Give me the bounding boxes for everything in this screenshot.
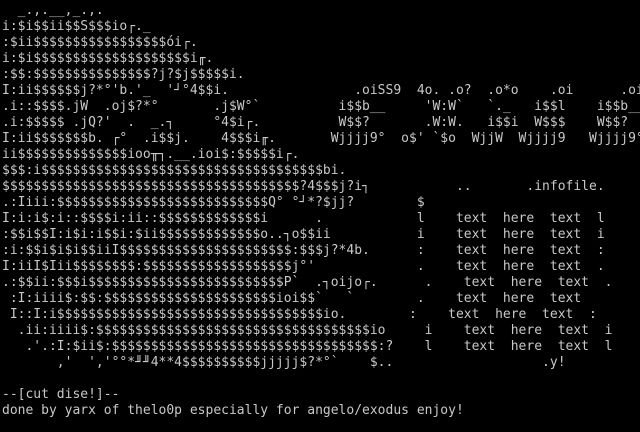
ascii-logo-line: I:ii$$$$$$$b. ┌° .i$$j. 4$$$i╓. Wjjjj9° …	[2, 131, 640, 146]
ascii-terminal-screen: _.,.__,_.,. i:$i$$ii$$S$$$io┌._ :$ii$$$$…	[0, 0, 640, 432]
ascii-logo-line: .i::$$$$.jW .oj$?*° .j$W°` i$$b__ 'W:W` …	[2, 99, 640, 114]
cut-marker-line: --[cut dise!]--	[2, 387, 120, 402]
ascii-art-line: $$$:i$$$$$$$$$$$$$$$$$$$$$$$$$$$$$$$$$$$…	[2, 163, 347, 178]
infofile-text-line: .:$$ii:$$$i$$$$$$$$$$$$$$$$$$$$$$$$$P` .…	[2, 275, 613, 290]
ascii-art-line: :$ii$$$$$$$$$$$$$$$$$ói┌.	[2, 35, 198, 50]
infofile-text-line: .ii:iiii$:$$$$$$$$$$$$$$$$$$$$$$$$$$$$$$…	[2, 323, 613, 338]
infofile-text-line: I:iiI$Iii$$$$$$$$:$$$$$$$$$$$$$$$$$$$j°'…	[2, 259, 605, 274]
credits-line: done by yarx of thelo0p especially for a…	[2, 403, 464, 418]
ascii-art-line: i:$i$$ii$$S$$$io┌._	[2, 19, 151, 34]
infofile-text-line: I::I:i$$$$$$$$$$$$$$$$$$$$$$$$$$$$$$$$$$…	[2, 307, 597, 322]
infofile-box-line: .:Iiii:$$$$$$$$$$$$$$$$$$$$$$$$$$$Q° °┘*…	[2, 195, 640, 210]
ascii-art-line: ii$$$$$$$$$$$$$$ioo╥┐.__.ioi$:$$$$$i┌.	[2, 147, 300, 162]
infofile-text-line: .'.:I:$ii$:$$$$$$$$$$$$$$$$$$$$$$$$$$$$$…	[2, 339, 613, 354]
ascii-art-line: i:$i$$$$$$$$$$$$$$$$$$$$i╓.	[2, 51, 214, 66]
infofile-text-line: :$$i$$I:i$i:i$$i:$ii$$$$$$$$$$$$$o..┐o$$…	[2, 227, 605, 242]
infofile-text-line: I:i:i$:i::$$$$i:ii::$$$$$$$$$$$$$i . l t…	[2, 211, 605, 226]
infofile-text-line: :I:iiii$:$$:$$$$$$$$$$$$$$$$$$$$$$ioi$$`…	[2, 291, 582, 306]
ascii-art-line: _.,.__,_.,.	[2, 3, 104, 18]
ascii-art-line: :$$:$$$$$$$$$$$$$$$?j?$j$$$$$i.	[2, 67, 245, 82]
ascii-logo-line: .i:$$$$$ .jQ?' . _.┐ °4$i┌. W$$? .W:W. i…	[2, 115, 629, 130]
infofile-footer-line: ,' ','°°*╜╜4**4$$$$$$$$$$jjjjj$?*°` $.. …	[2, 355, 566, 370]
infofile-header-line: $$$$$$$$$$$$$$$$$$$$$$$$$$$$$$$$$$$$$$?4…	[2, 179, 640, 194]
ascii-logo-line: I:ii$$$$$$j?*°'b.'_ '┘°4$$i. .oiSS9 4o. …	[2, 83, 640, 98]
infofile-text-line: :i:$$i$i$i$$iiI$$$$$$$$$$$$$$$$$$$$$$:$$…	[2, 243, 605, 258]
